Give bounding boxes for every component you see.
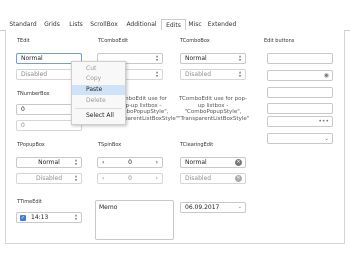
spin-arrows-icon: ▲ ▼ [155,70,159,78]
chevron-right-icon: › [155,175,158,182]
checkbox-checked-icon[interactable]: ✓ [20,215,26,221]
editbuttons-input-2[interactable]: ◉ [267,70,333,81]
menu-separator [75,108,122,109]
menu-item-delete[interactable]: Delete [72,96,125,106]
tclearingedit-input[interactable]: Normal × [180,157,246,168]
tnumberbox-label: TNumberBox [17,91,50,97]
tcombobox-value: Normal [185,55,207,62]
tcomboedit-label: TComboEdit [98,38,129,44]
tcombobox-select[interactable]: Normal ▲ ▼ [180,53,246,64]
tclearingedit-label: TClearingEdit [180,142,214,148]
tab-grids[interactable]: Grids [42,19,62,30]
tclearingedit-disabled-input: Disabled × [180,173,246,184]
clear-icon: × [235,175,242,182]
spin-arrows-icon: ▲ ▼ [238,70,242,78]
tpopupbox-label: TPopupBox [17,142,45,148]
date-value: 06.09.2017 [185,204,220,211]
editbuttons-input-6[interactable]: ⌄ [267,133,333,144]
editbuttons-input-5[interactable]: ••• [267,116,333,127]
tcombobox-label: TComboBox [180,38,210,44]
tcombobox-disabled-select: Disabled ▲ ▼ [180,69,246,80]
menu-item-select-all[interactable]: Select All [72,111,125,121]
tspinbox-input[interactable]: ‹ 0 › [97,157,163,168]
editbuttons-label: Edit buttons [264,38,295,44]
menu-item-cut[interactable]: Cut [72,64,125,74]
tclearingedit-value: Normal [185,159,207,166]
tab-lists[interactable]: Lists [67,19,85,30]
tspinbox-disabled-value: 0 [128,175,132,182]
tclearingedit-disabled-value: Disabled [185,175,212,182]
tab-scrollbox[interactable]: ScrollBox [89,19,119,30]
menu-item-copy[interactable]: Copy [72,74,125,84]
tab-standard[interactable]: Standard [8,19,38,30]
tab-bar: Standard Grids Lists ScrollBox Additiona… [0,19,350,32]
tpopupbox-disabled: Disabled ▲ ▼ [16,173,82,184]
menu-item-paste[interactable]: Paste [72,85,125,95]
tab-additional[interactable]: Additional [124,19,159,30]
tab-extended[interactable]: Extended [207,19,237,30]
tpopupbox-disabled-value: Disabled [35,175,63,182]
tspinbox-label: TSpinBox [98,142,122,148]
spin-arrows-icon[interactable]: ▲ ▼ [237,54,243,63]
ttimeedit-value: 14:13 [31,214,49,221]
tspinbox-value: 0 [128,159,132,166]
date-edit-input[interactable]: 06.09.2017 ⌄ [180,202,246,213]
tab-misc[interactable]: Misc [186,19,204,30]
editbuttons-input-4[interactable] [267,103,333,114]
spin-arrows-icon[interactable]: ▲ ▼ [73,158,79,167]
editbuttons-input-3[interactable] [267,87,333,98]
chevron-left-icon[interactable]: ‹ [102,158,104,167]
eye-icon[interactable]: ◉ [324,72,329,80]
context-menu: Cut Copy Paste Delete Select All [71,61,126,125]
chevron-right-icon[interactable]: › [156,158,158,167]
spin-arrows-icon[interactable]: ▲ ▼ [73,213,79,222]
chevron-down-icon[interactable]: ⌄ [238,203,242,212]
ttimeedit-label: TTimeEdit [17,199,42,205]
tspinbox-disabled-input: ‹ 0 › [97,173,163,184]
chevron-down-icon[interactable]: ⌄ [324,135,329,143]
tcombobox-disabled-value: Disabled [185,71,212,78]
chevron-left-icon: ‹ [102,175,105,182]
spin-arrows-icon: ▲ ▼ [74,174,78,182]
tpopupbox-normal[interactable]: Normal ▲ ▼ [16,157,82,168]
tedit-label: TEdit [17,38,30,44]
tcombobox-note: TComboEdit use for pop-up listbox - "Com… [178,96,250,122]
memo-textarea[interactable]: Memo [95,200,174,240]
tpopupbox-value: Normal [38,159,60,166]
ellipsis-icon[interactable]: ••• [318,118,329,126]
spin-arrows-icon[interactable]: ▲ ▼ [154,54,160,63]
ttimeedit-input[interactable]: ✓ 14:13 ▲ ▼ [16,212,82,223]
clear-icon[interactable]: × [235,159,242,166]
editbuttons-input-1[interactable] [267,53,333,64]
